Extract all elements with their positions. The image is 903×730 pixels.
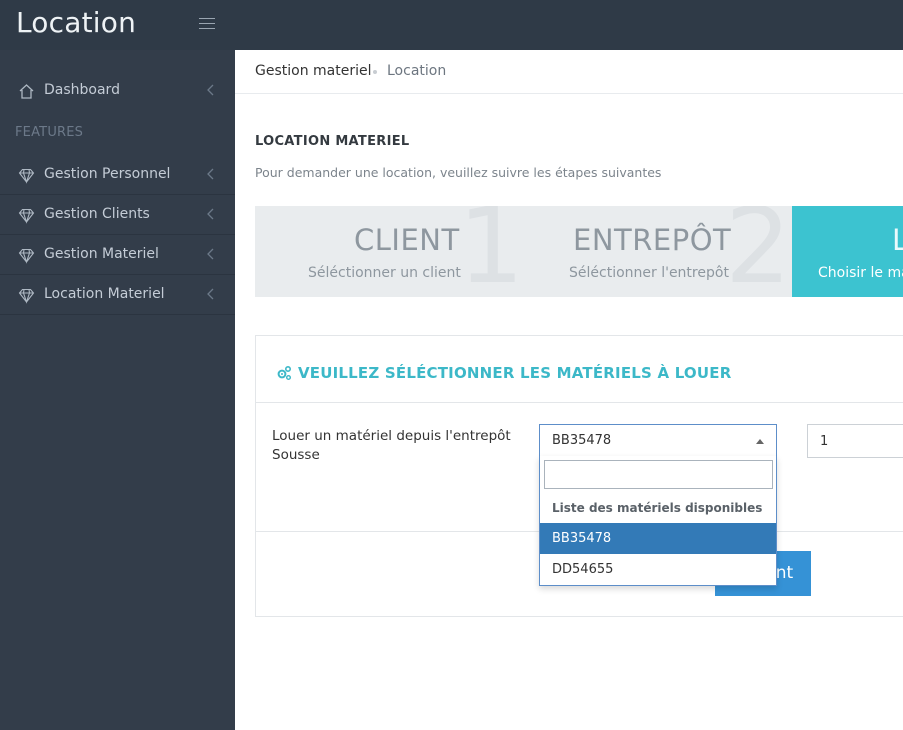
panel-title: VEUILLEZ SÉLÉCTIONNER LES MATÉRIELS À LO… (298, 364, 732, 382)
diamond-icon (18, 208, 35, 224)
wizard-steps: 1 CLIENT Séléctionner un client 2 ENTREP… (255, 206, 903, 297)
sidebar-item-dashboard[interactable]: Dashboard (0, 71, 235, 111)
sidebar-item-label: Gestion Materiel (44, 246, 159, 262)
sidebar-section-label: FEATURES (15, 125, 84, 140)
chevron-left-icon (207, 288, 214, 300)
chevron-left-icon (207, 248, 214, 260)
breadcrumb-separator (373, 70, 377, 74)
step-title: CLIENT (354, 223, 460, 257)
chevron-left-icon (207, 168, 214, 180)
quantity-value: 1 (820, 434, 829, 449)
step-entrepot[interactable]: 2 ENTREPÔT Séléctionner l'entrepôt (523, 206, 792, 297)
page-subtitle: Pour demander une location, veuillez sui… (255, 165, 662, 180)
materiel-select[interactable]: BB35478 (539, 424, 777, 457)
dropdown-option[interactable]: DD54655 (540, 554, 776, 585)
sidebar-item-gestion-personnel[interactable]: Gestion Personnel (0, 155, 235, 195)
diamond-icon (18, 288, 35, 304)
dropdown-option-label: BB35478 (552, 531, 612, 546)
step-title: ENTREPÔT (573, 223, 732, 257)
sidebar-item-label: Gestion Clients (44, 206, 150, 222)
step-number: 1 (458, 206, 525, 297)
breadcrumb-parent-link[interactable]: Gestion materiel (255, 63, 372, 79)
dropdown-group-label: Liste des matériels disponibles (552, 501, 763, 515)
dropdown-option[interactable]: BB35478 (540, 523, 776, 554)
sidebar-item-label: Gestion Personnel (44, 166, 171, 182)
materiel-dropdown: Liste des matériels disponibles BB35478 … (539, 456, 777, 586)
chevron-left-icon (207, 84, 214, 96)
warehouse-row-label: Louer un matériel depuis l'entrepôt Sous… (272, 428, 511, 463)
sidebar-item-gestion-materiel[interactable]: Gestion Materiel (0, 235, 235, 275)
sidebar-item-gestion-clients[interactable]: Gestion Clients (0, 195, 235, 235)
sidebar-item-label: Dashboard (44, 82, 120, 98)
diamond-icon (18, 248, 35, 264)
menu-toggle-icon[interactable] (199, 18, 215, 31)
step-desc: Choisir le ma (818, 265, 903, 281)
caret-up-icon (756, 439, 764, 444)
home-icon (19, 84, 34, 99)
step-desc: Séléctionner un client (308, 265, 461, 281)
diamond-icon (18, 168, 35, 184)
chevron-left-icon (207, 208, 214, 220)
select-value: BB35478 (552, 433, 612, 448)
dropdown-search-input[interactable] (544, 460, 773, 489)
sidebar-item-label: Location Materiel (44, 286, 165, 302)
app-title: Location (16, 6, 137, 39)
breadcrumb: Gestion materiel Location (235, 50, 903, 94)
step-client[interactable]: 1 CLIENT Séléctionner un client (255, 206, 525, 297)
quantity-input[interactable]: 1 (807, 424, 903, 458)
panel-header: VEUILLEZ SÉLÉCTIONNER LES MATÉRIELS À LO… (256, 336, 903, 403)
top-bar: Location (0, 0, 903, 50)
gears-icon (277, 365, 292, 380)
step-title: L (892, 223, 903, 257)
sidebar: Dashboard FEATURES Gestion Personnel Ges… (0, 50, 235, 730)
step-desc: Séléctionner l'entrepôt (569, 265, 729, 281)
step-materiel-active[interactable]: L Choisir le ma (792, 206, 903, 297)
breadcrumb-current: Location (387, 63, 447, 79)
sidebar-item-location-materiel[interactable]: Location Materiel (0, 275, 235, 315)
step-number: 2 (725, 206, 792, 297)
dropdown-option-label: DD54655 (552, 562, 614, 577)
page-title: LOCATION MATERIEL (255, 134, 410, 149)
